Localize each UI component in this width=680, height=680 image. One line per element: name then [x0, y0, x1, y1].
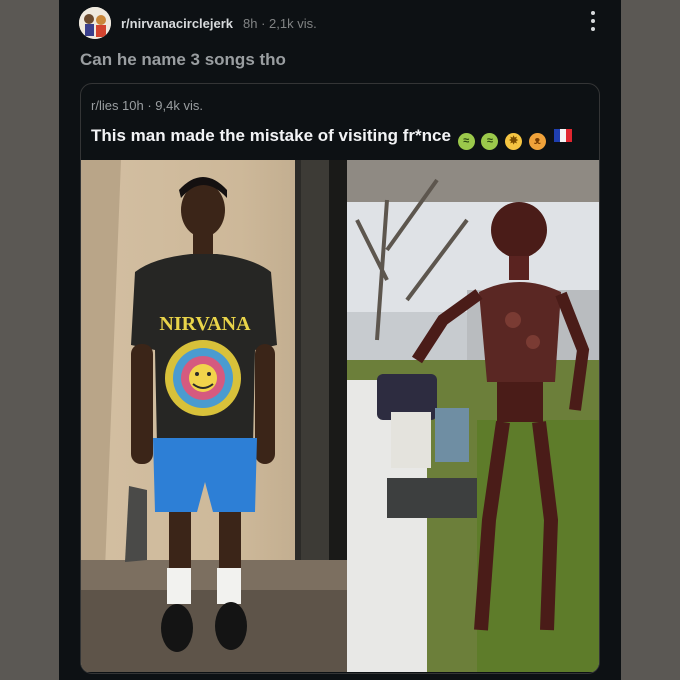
reddit-post-screen: r/nirvanacirclejerk 8h · 2,1k vis. Can h…: [59, 0, 621, 680]
avatar-image: [79, 7, 111, 39]
crosspost-images[interactable]: NIRVANA: [81, 160, 599, 672]
post-title[interactable]: Can he name 3 songs tho: [80, 50, 286, 70]
photo-charred-skeleton: [347, 160, 599, 672]
flag-france-icon: [553, 129, 572, 142]
subreddit-name[interactable]: r/nirvanacirclejerk: [121, 16, 233, 31]
photo-man-nirvana-shirt: NIRVANA: [81, 160, 347, 672]
subreddit-avatar[interactable]: [79, 7, 111, 39]
shirt-text: NIRVANA: [159, 313, 251, 335]
pouting-cat-icon: ᴥ: [528, 133, 546, 150]
nauseated-face-icon: ≈: [481, 133, 499, 150]
nauseated-face-icon: ≈: [457, 133, 475, 150]
kebab-menu-icon[interactable]: [589, 11, 597, 33]
post-header: r/nirvanacirclejerk 8h · 2,1k vis.: [79, 7, 601, 39]
post-meta: 8h · 2,1k vis.: [243, 16, 317, 31]
exploding-head-icon: ✸: [505, 133, 523, 150]
crosspost-title[interactable]: This man made the mistake of visiting fr…: [91, 126, 572, 150]
crosspost-meta: r/lies 10h · 9,4k vis.: [91, 98, 203, 113]
crosspost-title-text: This man made the mistake of visiting fr…: [91, 126, 451, 145]
crosspost-card[interactable]: r/lies 10h · 9,4k vis. This man made the…: [80, 83, 600, 674]
